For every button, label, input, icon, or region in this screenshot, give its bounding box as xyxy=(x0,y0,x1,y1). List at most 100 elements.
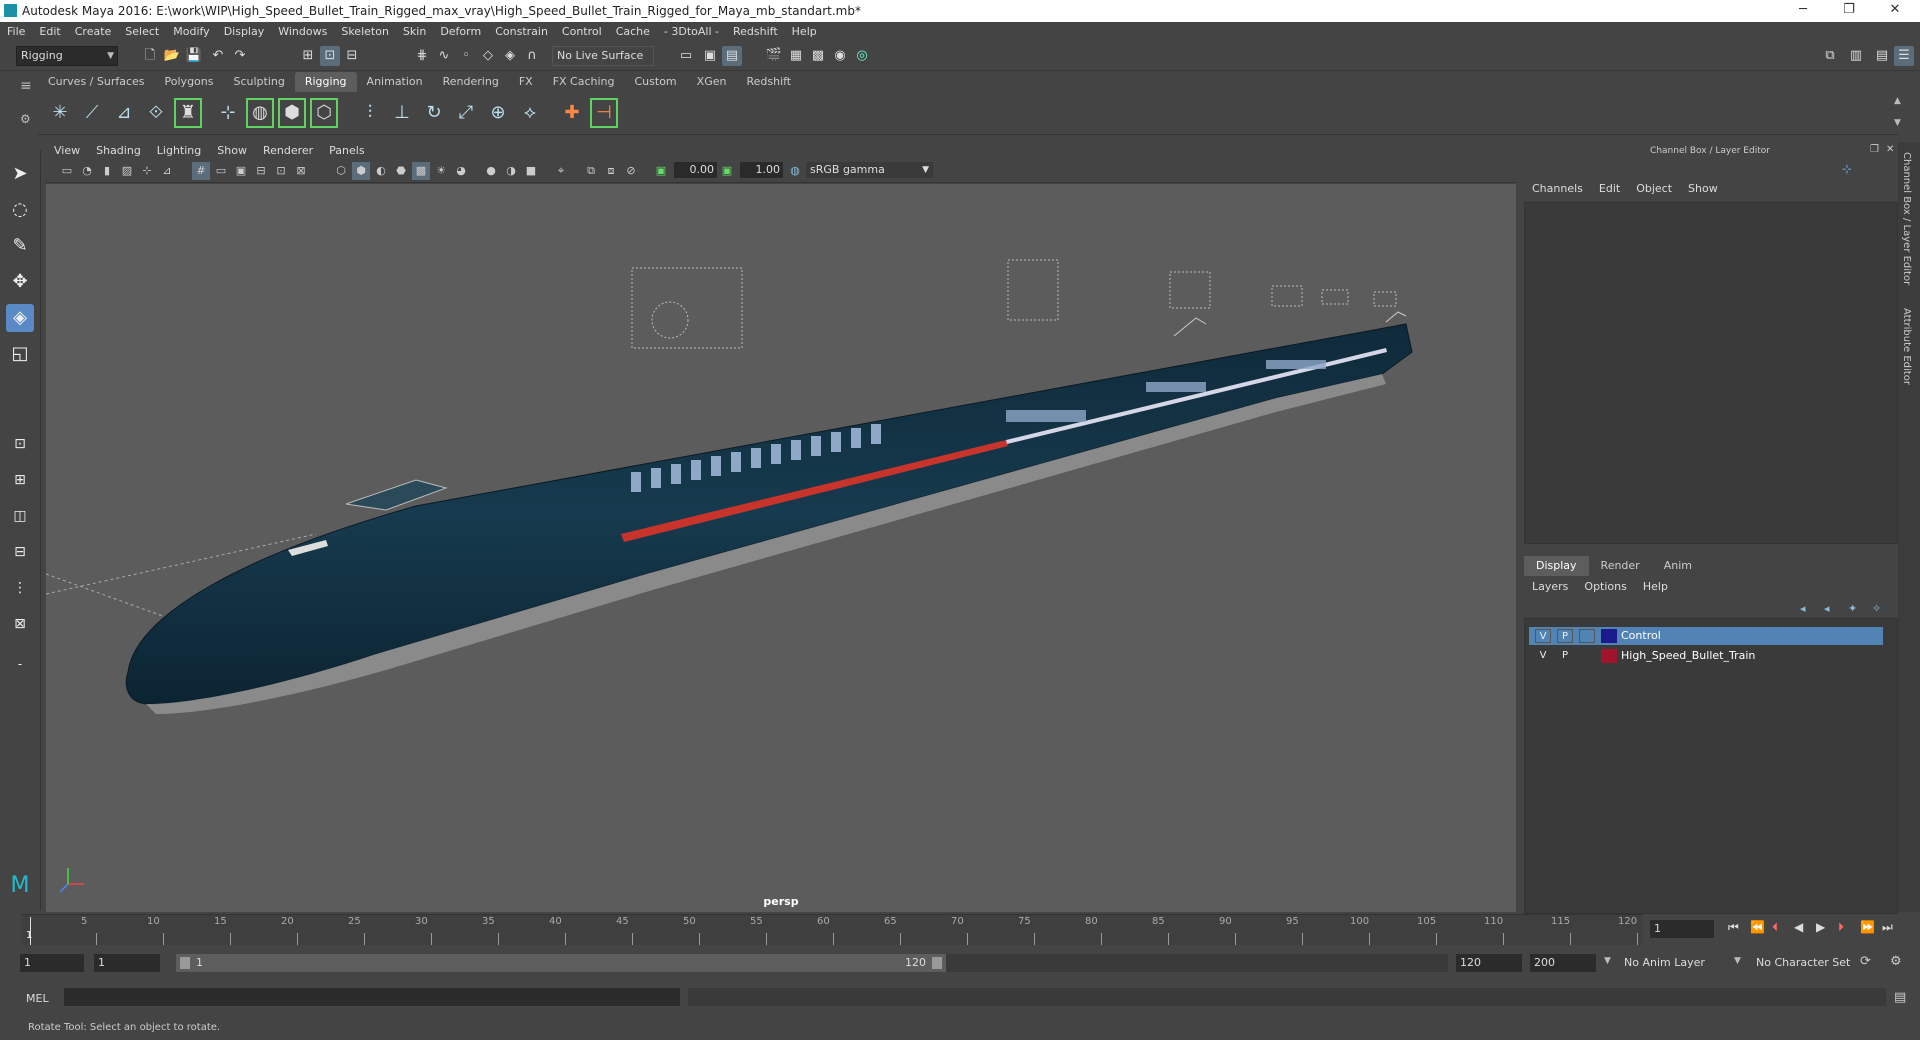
image-plane-icon[interactable]: ▨ xyxy=(118,162,136,180)
open-scene-icon[interactable]: 📂 xyxy=(162,46,182,66)
xray-components-icon[interactable]: ⊘ xyxy=(622,162,640,180)
viewport-menu-view[interactable]: View xyxy=(46,142,88,160)
3d-viewport[interactable]: persp xyxy=(46,184,1516,912)
viewport-menu-lighting[interactable]: Lighting xyxy=(149,142,209,160)
graph-persp-icon[interactable]: ⋮ xyxy=(6,574,34,602)
ambient-occlusion-icon[interactable]: ● xyxy=(482,162,500,180)
layer-color-swatch[interactable] xyxy=(1601,649,1617,663)
new-layer-icon[interactable]: ✦ xyxy=(1848,602,1857,615)
snap-grid-icon[interactable]: ⋕ xyxy=(412,46,432,66)
paint-select-tool-icon[interactable]: ✎ xyxy=(6,232,34,260)
float-panel-icon[interactable]: ❐ xyxy=(1870,144,1879,155)
minimize-button[interactable]: ─ xyxy=(1780,0,1826,22)
play-forward-icon[interactable]: ▶ xyxy=(1816,920,1825,934)
exposure-field[interactable]: 0.00 xyxy=(674,162,717,178)
ik-spline-icon[interactable]: ⊿ xyxy=(110,98,138,128)
chevron-down-icon[interactable]: ▼ xyxy=(1604,956,1611,966)
xray-joints-icon[interactable]: ⧈ xyxy=(602,162,620,180)
tab-display[interactable]: Display xyxy=(1524,556,1589,576)
menu-edit[interactable]: Edit xyxy=(32,22,67,42)
locator-icon[interactable]: ⊹ xyxy=(214,98,242,128)
shadows-icon[interactable]: ◕ xyxy=(452,162,470,180)
step-back-key-icon[interactable]: ⏪ xyxy=(1750,920,1765,934)
cluster-icon[interactable]: ◍ xyxy=(246,98,274,128)
gamma-icon[interactable]: ▣ xyxy=(718,162,736,180)
help-menu[interactable]: Help xyxy=(1635,578,1676,596)
humanik-icon[interactable]: ♜ xyxy=(174,98,202,128)
current-frame-field[interactable]: 1 xyxy=(1650,920,1714,938)
menu-help[interactable]: Help xyxy=(785,22,824,42)
tab-custom[interactable]: Custom xyxy=(625,72,687,92)
layer-color-swatch[interactable] xyxy=(1601,629,1617,643)
camera-attr-icon[interactable]: ◔ xyxy=(78,162,96,180)
construction-history-icon[interactable]: ▤ xyxy=(722,46,742,66)
mode-dropdown[interactable]: Rigging ▼ xyxy=(16,46,118,66)
step-back-frame-icon[interactable]: ⏴ xyxy=(1772,920,1778,935)
lights-icon[interactable]: ☀ xyxy=(432,162,450,180)
snap-view-icon[interactable]: ◇ xyxy=(478,46,498,66)
show-menu[interactable]: Show xyxy=(1680,180,1726,198)
menu-3dtoall[interactable]: - 3DtoAll - xyxy=(657,22,726,42)
grid-toggle-icon[interactable]: ⊹ xyxy=(138,162,156,180)
lasso-tool-icon[interactable]: ◌ xyxy=(6,196,34,224)
two-view-icon[interactable]: ◫ xyxy=(6,502,34,530)
aim-constraint-icon[interactable]: ⊕ xyxy=(484,98,512,128)
shelf-scroll-up-icon[interactable]: ▲ xyxy=(1894,96,1901,106)
undo-icon[interactable]: ↶ xyxy=(208,46,228,66)
single-view-icon[interactable]: ⊡ xyxy=(6,430,34,458)
insert-joint-icon[interactable]: ⟐ xyxy=(142,98,170,128)
snap-surface-icon[interactable]: ◈ xyxy=(500,46,520,66)
grid-icon[interactable]: # xyxy=(192,162,210,180)
tab-animation[interactable]: Animation xyxy=(357,72,433,92)
select-component-icon[interactable]: ⊟ xyxy=(342,46,362,66)
tab-rigging[interactable]: Rigging xyxy=(294,72,357,92)
chevron-down-icon[interactable]: ▼ xyxy=(1734,956,1741,966)
menu-display[interactable]: Display xyxy=(217,22,272,42)
end-time-field[interactable]: 200 xyxy=(1530,954,1596,972)
menu-create[interactable]: Create xyxy=(68,22,119,42)
layer-type-toggle[interactable] xyxy=(1579,649,1595,663)
select-hierarchy-icon[interactable]: ⊞ xyxy=(298,46,318,66)
viewport-menu-renderer[interactable]: Renderer xyxy=(255,142,321,160)
xray-icon[interactable]: ⧉ xyxy=(582,162,600,180)
input-ops-icon[interactable]: ▭ xyxy=(676,46,696,66)
select-tool-icon[interactable]: ➤ xyxy=(6,160,34,188)
joint-tool-icon[interactable]: ✳ xyxy=(46,98,74,128)
live-surface-field[interactable]: No Live Surface xyxy=(552,46,654,66)
pole-vector-icon[interactable]: ⟡ xyxy=(516,98,544,128)
tab-anim[interactable]: Anim xyxy=(1652,556,1704,576)
layers-menu[interactable]: Layers xyxy=(1524,578,1576,596)
menu-redshift[interactable]: Redshift xyxy=(726,22,785,42)
redo-icon[interactable]: ↷ xyxy=(230,46,250,66)
close-button[interactable]: ✕ xyxy=(1872,0,1918,22)
textured-icon[interactable]: ▩ xyxy=(412,162,430,180)
colorspace-dropdown[interactable]: sRGB gamma ▼ xyxy=(806,162,933,178)
hypershade-icon[interactable]: ◉ xyxy=(830,46,850,66)
menu-modify[interactable]: Modify xyxy=(166,22,216,42)
film-gate-icon[interactable]: ⊿ xyxy=(158,162,176,180)
viewport-menu-show[interactable]: Show xyxy=(209,142,255,160)
new-layer-selected-icon[interactable]: ✧ xyxy=(1872,602,1881,615)
layer-playback-toggle[interactable]: P xyxy=(1557,629,1573,643)
anim-layer-dropdown[interactable]: No Anim Layer xyxy=(1620,954,1730,972)
restore-button[interactable]: ❐ xyxy=(1826,0,1872,22)
object-menu[interactable]: Object xyxy=(1628,180,1680,198)
tab-sculpting[interactable]: Sculpting xyxy=(223,72,294,92)
outliner-persp-icon[interactable]: ⊟ xyxy=(6,538,34,566)
go-to-start-icon[interactable]: ⏮ xyxy=(1728,920,1739,935)
layout-icon[interactable]: ▥ xyxy=(1846,46,1866,66)
menu-constrain[interactable]: Constrain xyxy=(488,22,555,42)
gamma-field[interactable]: 1.00 xyxy=(740,162,783,178)
motion-blur-icon[interactable]: ◑ xyxy=(502,162,520,180)
options-menu[interactable]: Options xyxy=(1576,578,1634,596)
channels-menu[interactable]: Channels xyxy=(1524,180,1591,198)
step-forward-frame-icon[interactable]: ⏵ xyxy=(1838,920,1844,935)
orient-constraint-icon[interactable]: ↻ xyxy=(420,98,448,128)
lattice-icon[interactable]: ⬢ xyxy=(278,98,306,128)
bookmark-icon[interactable]: ▮ xyxy=(98,162,116,180)
sidebar-toggle-icon[interactable]: ▤ xyxy=(1872,46,1892,66)
close-panel-icon[interactable]: ✕ xyxy=(1886,144,1894,155)
script-language-label[interactable]: MEL xyxy=(26,992,49,1005)
layer-playback-toggle[interactable]: P xyxy=(1557,649,1573,663)
ipr-render-icon[interactable]: ▦ xyxy=(786,46,806,66)
